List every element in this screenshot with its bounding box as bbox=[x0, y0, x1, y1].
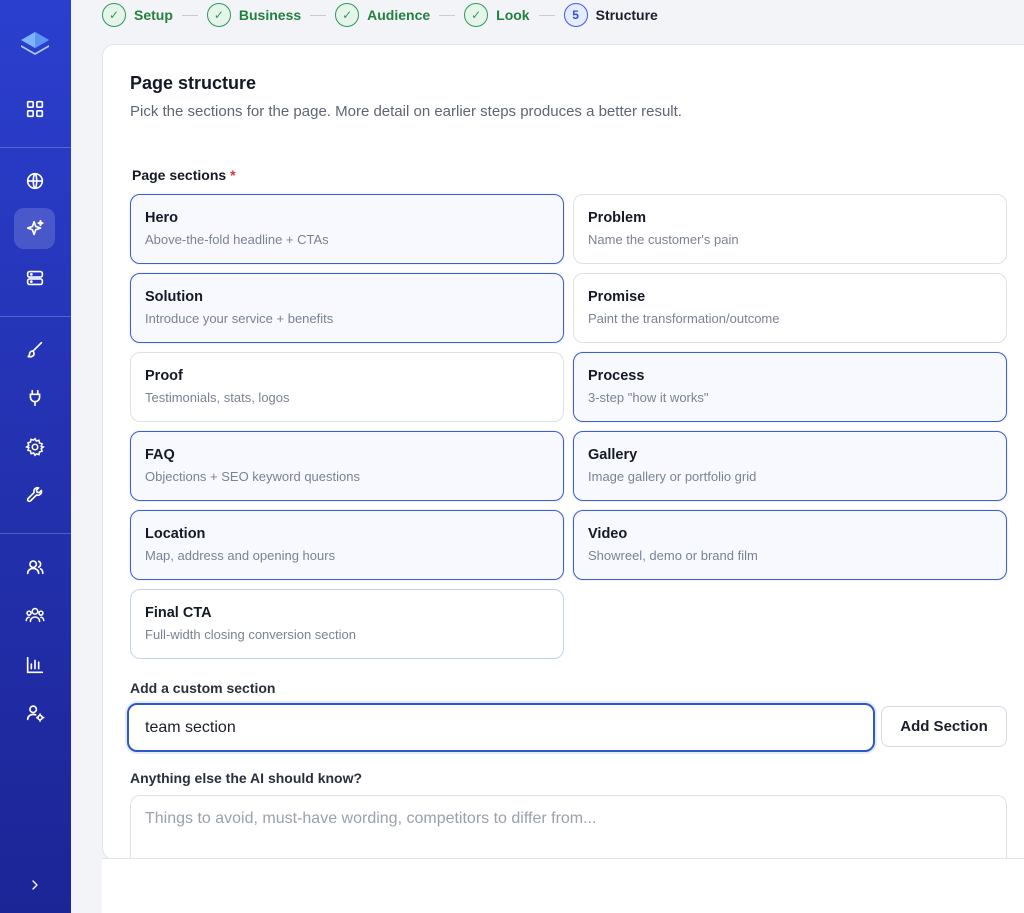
section-option-location[interactable]: Location Map, address and opening hours bbox=[130, 510, 564, 580]
section-desc: 3-step "how it works" bbox=[588, 390, 709, 405]
section-option-solution[interactable]: Solution Introduce your service + benefi… bbox=[130, 273, 564, 343]
step-setup[interactable]: ✓ Setup bbox=[102, 3, 173, 27]
sidebar bbox=[0, 0, 71, 913]
section-desc: Name the customer's pain bbox=[588, 232, 739, 247]
section-name: Promise bbox=[588, 289, 646, 305]
step-look[interactable]: ✓ Look bbox=[464, 3, 530, 27]
step-connector bbox=[439, 14, 456, 16]
server-icon bbox=[26, 270, 43, 285]
sidebar-item-tools[interactable] bbox=[14, 474, 55, 515]
sidebar-item-sites[interactable] bbox=[14, 160, 55, 201]
step-label: Business bbox=[238, 7, 302, 23]
section-name: Hero bbox=[145, 210, 179, 226]
section-desc: Objections + SEO keyword questions bbox=[145, 469, 360, 484]
step-connector bbox=[181, 14, 198, 16]
section-name: Location bbox=[145, 526, 206, 542]
check-icon: ✓ bbox=[464, 3, 489, 27]
section-option-promise[interactable]: Promise Paint the transformation/outcome bbox=[573, 273, 1007, 343]
plug-icon bbox=[29, 389, 40, 406]
sidebar-divider bbox=[0, 316, 71, 317]
section-option-problem[interactable]: Problem Name the customer's pain bbox=[573, 194, 1007, 264]
footer-bar bbox=[102, 858, 1024, 913]
sections-label: Page sections * bbox=[132, 167, 236, 183]
custom-section-label: Add a custom section bbox=[130, 680, 276, 696]
section-option-hero[interactable]: Hero Above-the-fold headline + CTAs bbox=[130, 194, 564, 264]
section-option-video[interactable]: Video Showreel, demo or brand film bbox=[573, 510, 1007, 580]
check-icon: ✓ bbox=[102, 3, 126, 27]
globe-icon bbox=[26, 172, 43, 189]
required-mark: * bbox=[230, 167, 236, 183]
user-icon bbox=[26, 559, 44, 574]
sidebar-item-integrations[interactable] bbox=[14, 377, 55, 418]
section-name: FAQ bbox=[145, 447, 175, 463]
step-connector bbox=[310, 14, 327, 16]
check-icon: ✓ bbox=[206, 3, 231, 27]
user-settings-icon bbox=[26, 704, 45, 722]
sidebar-item-contacts[interactable] bbox=[14, 546, 55, 587]
grid-icon bbox=[26, 100, 43, 117]
step-number: 5 bbox=[563, 3, 588, 27]
sidebar-item-team[interactable] bbox=[14, 594, 55, 635]
add-section-button[interactable]: Add Section bbox=[881, 706, 1007, 747]
sidebar-item-ai-builder[interactable] bbox=[14, 208, 55, 249]
step-label: Look bbox=[496, 7, 530, 23]
step-business[interactable]: ✓ Business bbox=[206, 3, 302, 27]
step-audience[interactable]: ✓ Audience bbox=[335, 3, 430, 27]
sidebar-divider bbox=[0, 147, 71, 148]
custom-section-input[interactable] bbox=[127, 703, 875, 752]
section-name: Solution bbox=[145, 289, 203, 305]
sidebar-item-settings[interactable] bbox=[14, 426, 55, 467]
step-label: Audience bbox=[367, 7, 431, 23]
section-desc: Above-the-fold headline + CTAs bbox=[145, 232, 329, 247]
section-name: Problem bbox=[588, 210, 647, 226]
ai-notes-textarea[interactable] bbox=[130, 795, 1007, 865]
section-desc: Showreel, demo or brand film bbox=[588, 548, 758, 563]
brush-icon bbox=[26, 341, 42, 358]
section-name: Process bbox=[588, 368, 645, 384]
section-name: Video bbox=[588, 526, 628, 542]
sidebar-expand-button[interactable] bbox=[14, 864, 55, 905]
sidebar-item-dashboard[interactable] bbox=[14, 88, 55, 129]
sections-label-text: Page sections bbox=[132, 167, 227, 183]
wizard-stepper: ✓ Setup ✓ Business ✓ Audience ✓ Look 5 S… bbox=[102, 0, 658, 30]
step-structure[interactable]: 5 Structure bbox=[563, 3, 658, 27]
check-icon: ✓ bbox=[335, 3, 360, 27]
page-title: Page structure bbox=[130, 73, 257, 93]
section-desc: Map, address and opening hours bbox=[145, 548, 336, 563]
layers-logo-icon[interactable] bbox=[17, 26, 53, 62]
section-desc: Full-width closing conversion section bbox=[145, 627, 356, 642]
sidebar-item-account[interactable] bbox=[14, 692, 55, 733]
sidebar-item-analytics[interactable] bbox=[14, 644, 55, 685]
step-label: Structure bbox=[595, 7, 658, 23]
step-label: Setup bbox=[134, 7, 173, 23]
sidebar-item-hosting[interactable] bbox=[14, 257, 55, 298]
sidebar-divider bbox=[0, 533, 71, 534]
page-structure-card: Page structure Pick the sections for the… bbox=[102, 44, 1024, 865]
section-name: Proof bbox=[145, 368, 183, 384]
section-desc: Introduce your service + benefits bbox=[145, 311, 334, 326]
section-desc: Testimonials, stats, logos bbox=[145, 390, 290, 405]
ai-notes-label: Anything else the AI should know? bbox=[130, 770, 363, 786]
section-desc: Paint the transformation/outcome bbox=[588, 311, 780, 326]
section-name: Gallery bbox=[588, 447, 638, 463]
section-option-process[interactable]: Process 3-step "how it works" bbox=[573, 352, 1007, 422]
section-option-faq[interactable]: FAQ Objections + SEO keyword questions bbox=[130, 431, 564, 501]
wrench-icon bbox=[26, 486, 42, 502]
section-option-gallery[interactable]: Gallery Image gallery or portfolio grid bbox=[573, 431, 1007, 501]
section-option-final-cta[interactable]: Final CTA Full-width closing conversion … bbox=[130, 589, 564, 659]
section-name: Final CTA bbox=[145, 605, 212, 621]
gear-icon bbox=[24, 436, 45, 457]
section-desc: Image gallery or portfolio grid bbox=[588, 469, 757, 484]
sparkle-icon bbox=[26, 219, 44, 235]
bar-chart-icon bbox=[26, 656, 43, 673]
chevron-right-icon bbox=[31, 879, 38, 890]
section-option-proof[interactable]: Proof Testimonials, stats, logos bbox=[130, 352, 564, 422]
sidebar-item-design[interactable] bbox=[14, 329, 55, 370]
step-connector bbox=[538, 14, 555, 16]
users-icon bbox=[25, 607, 44, 622]
page-subtitle: Pick the sections for the page. More det… bbox=[130, 103, 682, 120]
